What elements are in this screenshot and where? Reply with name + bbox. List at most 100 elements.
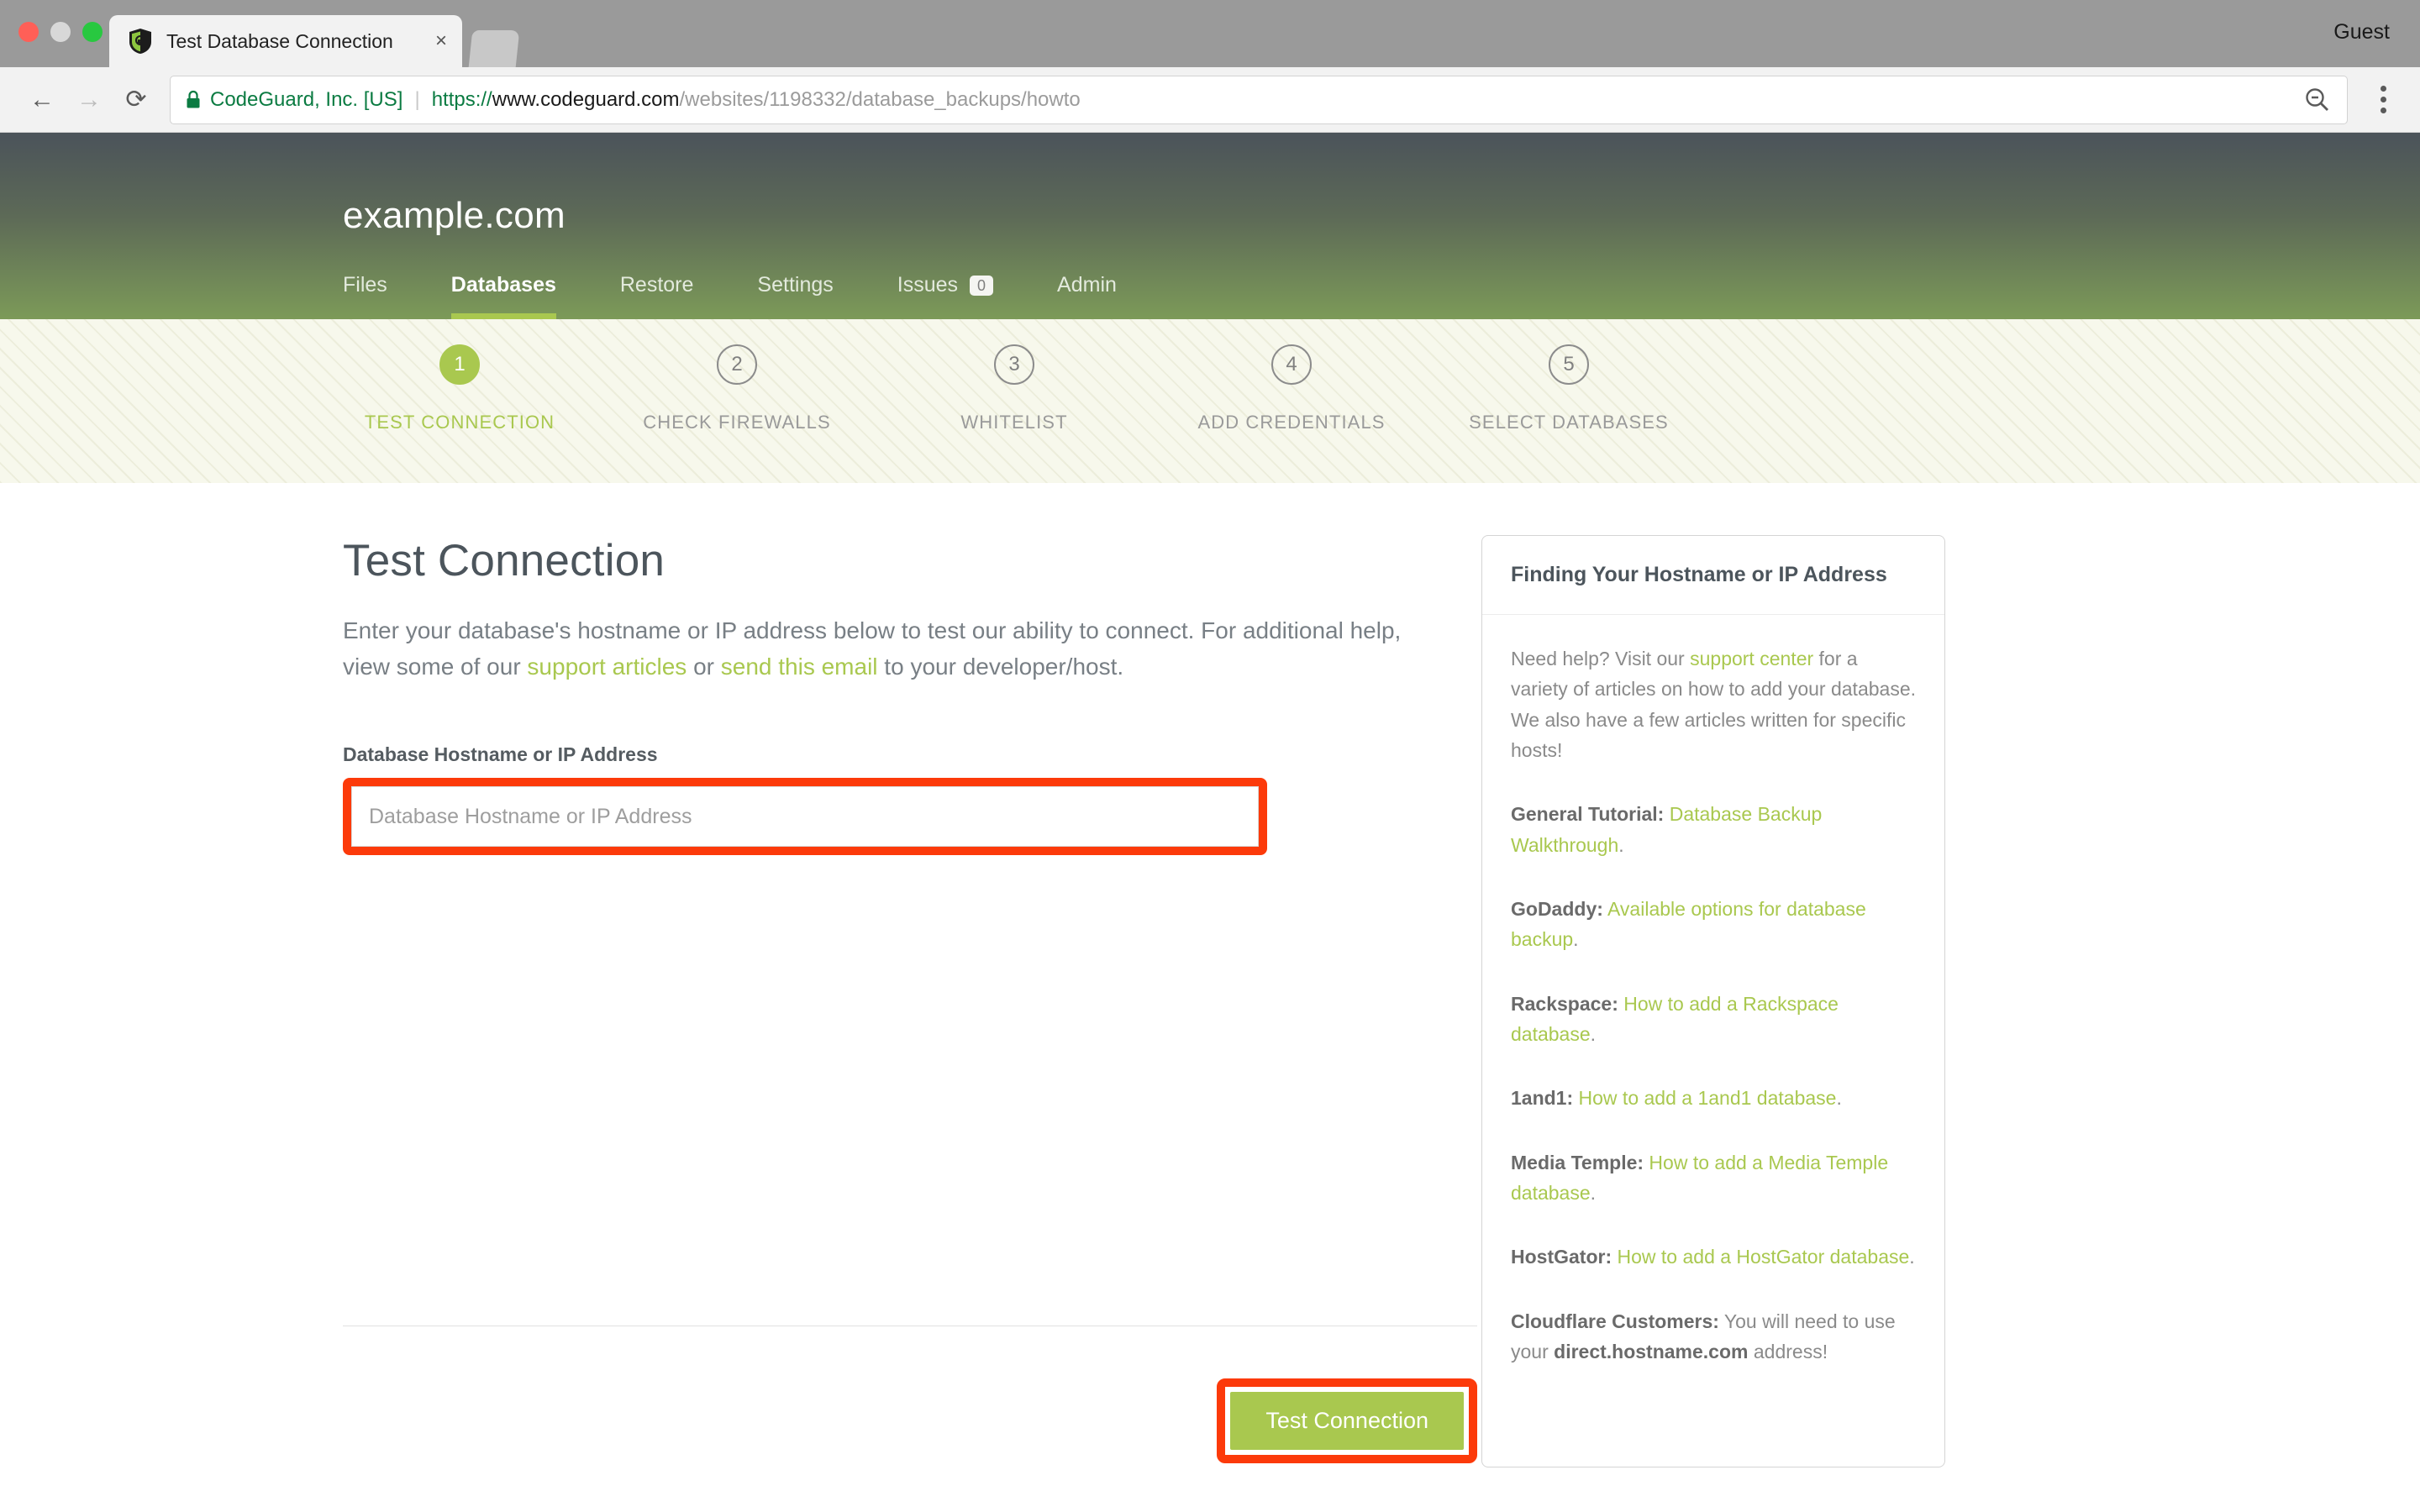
help-entry-term: Media Temple: bbox=[1511, 1152, 1644, 1173]
nav-item-label: Settings bbox=[757, 273, 833, 297]
omnibox-divider: | bbox=[414, 88, 419, 112]
test-connection-button[interactable]: Test Connection bbox=[1230, 1392, 1464, 1450]
nav-item-issues[interactable]: Issues 0 bbox=[897, 273, 993, 319]
url-host: www.codeguard.com bbox=[492, 88, 680, 112]
new-tab-button[interactable] bbox=[469, 30, 520, 67]
tab-strip: Test Database Connection × bbox=[109, 15, 518, 67]
step-number: 1 bbox=[439, 344, 480, 385]
section-heading: Test Connection bbox=[343, 535, 1414, 586]
help-entry-term: GoDaddy: bbox=[1511, 898, 1603, 920]
help-entry-tail: . bbox=[1573, 928, 1578, 950]
send-this-email-link[interactable]: send this email bbox=[721, 654, 878, 680]
nav-item-admin[interactable]: Admin bbox=[1057, 273, 1117, 319]
browser-toolbar: ← → ⟳ CodeGuard, Inc. [US] | https:// ww… bbox=[0, 67, 2420, 133]
help-panel-title: Finding Your Hostname or IP Address bbox=[1511, 563, 1916, 587]
step-label: Add Credentials bbox=[1197, 412, 1385, 433]
wizard-step-test-connection[interactable]: 1 Test Connection bbox=[321, 344, 598, 483]
nav-item-label: Files bbox=[343, 273, 387, 297]
url-scheme: https:// bbox=[432, 88, 492, 112]
test-connection-button-highlight: Test Connection bbox=[1217, 1378, 1477, 1463]
reload-icon[interactable]: ⟳ bbox=[113, 76, 160, 123]
help-entry-rackspace: Rackspace: How to add a Rackspace databa… bbox=[1511, 989, 1916, 1050]
main-column: Test Connection Enter your database's ho… bbox=[343, 535, 1481, 1467]
wizard-step-whitelist[interactable]: 3 Whitelist bbox=[876, 344, 1153, 483]
help-entry-general-tutorial: General Tutorial: Database Backup Walkth… bbox=[1511, 799, 1916, 860]
codeguard-shield-icon bbox=[128, 28, 153, 55]
help-entry-term: General Tutorial: bbox=[1511, 803, 1664, 825]
page-title: example.com bbox=[343, 133, 2420, 237]
page-content: example.com Files Databases Restore Sett… bbox=[0, 133, 2420, 1512]
wizard-step-add-credentials[interactable]: 4 Add Credentials bbox=[1153, 344, 1430, 483]
cloudflare-hostname: direct.hostname.com bbox=[1554, 1341, 1748, 1362]
form-actions: Test Connection bbox=[343, 1378, 1477, 1463]
help-entry-term: Rackspace: bbox=[1511, 993, 1618, 1015]
browser-menu-icon[interactable] bbox=[2365, 86, 2402, 113]
help-entry-tail: . bbox=[1618, 834, 1623, 856]
nav-item-label: Restore bbox=[620, 273, 694, 297]
lock-icon bbox=[186, 90, 201, 109]
step-label: Test Connection bbox=[365, 412, 555, 433]
support-center-link[interactable]: support center bbox=[1690, 648, 1813, 669]
zoom-out-icon[interactable] bbox=[2286, 86, 2332, 114]
main-navigation: Files Databases Restore Settings Issues … bbox=[343, 273, 1181, 319]
step-label: Whitelist bbox=[960, 412, 1067, 433]
help-entry-link[interactable]: How to add a HostGator database bbox=[1612, 1246, 1909, 1268]
close-window-button[interactable] bbox=[18, 22, 39, 42]
app-header: example.com Files Databases Restore Sett… bbox=[0, 133, 2420, 319]
help-entry-term: 1and1: bbox=[1511, 1087, 1573, 1109]
help-intro-part1: Need help? Visit our bbox=[1511, 648, 1690, 669]
nav-item-settings[interactable]: Settings bbox=[757, 273, 833, 319]
help-entry-tail: . bbox=[1591, 1182, 1596, 1204]
minimize-window-button[interactable] bbox=[50, 22, 71, 42]
browser-tab[interactable]: Test Database Connection × bbox=[109, 15, 462, 67]
site-identity-label: CodeGuard, Inc. [US] bbox=[210, 88, 402, 112]
step-label: Select Databases bbox=[1469, 412, 1669, 433]
nav-item-databases[interactable]: Databases bbox=[451, 273, 556, 319]
database-hostname-input[interactable] bbox=[351, 786, 1259, 847]
nav-item-files[interactable]: Files bbox=[343, 273, 387, 319]
help-entry-1and1: 1and1: How to add a 1and1 database. bbox=[1511, 1083, 1916, 1113]
cloudflare-part2: address! bbox=[1748, 1341, 1828, 1362]
profile-guest-button[interactable]: Guest bbox=[2333, 20, 2390, 45]
address-bar[interactable]: CodeGuard, Inc. [US] | https:// www.code… bbox=[170, 76, 2348, 124]
browser-window: Test Database Connection × Guest ← → ⟳ C… bbox=[0, 0, 2420, 1512]
wizard-step-check-firewalls[interactable]: 2 Check Firewalls bbox=[598, 344, 876, 483]
support-articles-link[interactable]: support articles bbox=[527, 654, 687, 680]
help-entry-tail: . bbox=[1836, 1087, 1841, 1109]
url-path: /websites/1198332/database_backups/howto bbox=[680, 88, 1081, 112]
issues-count-badge: 0 bbox=[970, 276, 993, 296]
sidebar-column: Finding Your Hostname or IP Address Need… bbox=[1481, 535, 1952, 1467]
nav-item-label: Databases bbox=[451, 273, 556, 297]
help-intro-paragraph: Need help? Visit our support center for … bbox=[1511, 643, 1916, 765]
intro-text-part3: to your developer/host. bbox=[878, 654, 1124, 680]
window-controls bbox=[18, 22, 103, 42]
intro-text-part2: or bbox=[687, 654, 720, 680]
help-panel-body: Need help? Visit our support center for … bbox=[1482, 615, 1944, 1400]
hostname-field-label: Database Hostname or IP Address bbox=[343, 743, 1414, 766]
intro-paragraph: Enter your database's hostname or IP add… bbox=[343, 613, 1414, 685]
layout-spacer bbox=[343, 855, 1414, 1326]
help-entry-media-temple: Media Temple: How to add a Media Temple … bbox=[1511, 1147, 1916, 1209]
step-number: 3 bbox=[994, 344, 1034, 385]
close-tab-icon[interactable]: × bbox=[435, 31, 447, 51]
nav-item-label: Issues bbox=[897, 273, 958, 297]
tab-title: Test Database Connection bbox=[166, 30, 412, 53]
help-entry-term: HostGator: bbox=[1511, 1246, 1612, 1268]
maximize-window-button[interactable] bbox=[82, 22, 103, 42]
hostname-input-highlight bbox=[343, 778, 1267, 855]
help-entry-tail: . bbox=[1909, 1246, 1914, 1268]
help-entry-term: Cloudflare Customers: bbox=[1511, 1310, 1719, 1332]
forward-icon[interactable]: → bbox=[66, 76, 113, 123]
help-entry-link[interactable]: How to add a 1and1 database bbox=[1573, 1087, 1836, 1109]
nav-item-label: Admin bbox=[1057, 273, 1117, 297]
step-label: Check Firewalls bbox=[643, 412, 831, 433]
content-area: Test Connection Enter your database's ho… bbox=[0, 483, 2420, 1467]
help-entry-godaddy: GoDaddy: Available options for database … bbox=[1511, 894, 1916, 955]
nav-item-restore[interactable]: Restore bbox=[620, 273, 694, 319]
wizard-step-bar: 1 Test Connection 2 Check Firewalls 3 Wh… bbox=[0, 319, 2420, 483]
back-icon[interactable]: ← bbox=[18, 76, 66, 123]
help-panel: Finding Your Hostname or IP Address Need… bbox=[1481, 535, 1945, 1467]
wizard-step-select-databases[interactable]: 5 Select Databases bbox=[1430, 344, 1707, 483]
step-number: 4 bbox=[1271, 344, 1312, 385]
help-entry-tail: . bbox=[1591, 1023, 1596, 1045]
